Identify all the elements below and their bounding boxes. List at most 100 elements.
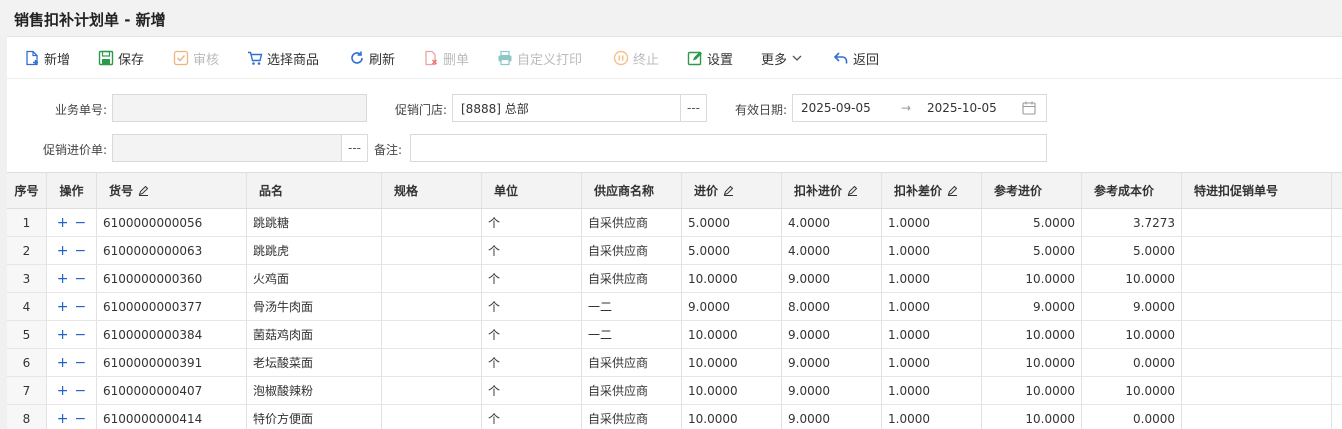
cell-code: 6100000000377 [97, 293, 247, 320]
delete-button[interactable]: 删单 [423, 49, 469, 68]
cell-price[interactable]: 10.0000 [682, 265, 782, 292]
add-row-icon[interactable]: + [57, 271, 69, 287]
valid-date-range[interactable]: 2025-09-05 → 2025-10-05 [792, 94, 1047, 122]
remove-row-icon[interactable]: − [75, 327, 87, 343]
page-title: 销售扣补计划单 - 新增 [14, 11, 166, 29]
refresh-button[interactable]: 刷新 [349, 49, 395, 68]
terminate-button[interactable]: 终止 [613, 49, 659, 68]
cell-ref-cost: 3.7273 [1082, 209, 1182, 236]
chevron-down-icon [792, 51, 802, 66]
remove-row-icon[interactable]: − [75, 215, 87, 231]
doc-no-field[interactable] [112, 94, 367, 122]
remove-row-icon[interactable]: − [75, 355, 87, 371]
remove-row-icon[interactable]: − [75, 411, 87, 427]
cell-price[interactable]: 10.0000 [682, 377, 782, 404]
add-row-icon[interactable]: + [57, 299, 69, 315]
remove-row-icon[interactable]: − [75, 271, 87, 287]
cell-name: 跳跳虎 [247, 237, 382, 264]
edit-pen-icon [138, 185, 149, 196]
cell-sub-diff[interactable]: 1.0000 [882, 209, 982, 236]
cell-name: 跳跳糖 [247, 209, 382, 236]
col-header-unit: 单位 [482, 173, 582, 208]
cell-sub-diff[interactable]: 1.0000 [882, 321, 982, 348]
add-row-icon[interactable]: + [57, 215, 69, 231]
add-row-icon[interactable]: + [57, 383, 69, 399]
settings-button[interactable]: 设置 [687, 49, 733, 68]
cell-spec [382, 405, 482, 429]
cell-sub-diff[interactable]: 1.0000 [882, 293, 982, 320]
save-button[interactable]: 保存 [98, 49, 144, 68]
row-ops: + − [47, 321, 97, 348]
cell-sub-price[interactable]: 4.0000 [782, 237, 882, 264]
cell-sub-price[interactable]: 9.0000 [782, 349, 882, 376]
cell-sub-price[interactable]: 8.0000 [782, 293, 882, 320]
store-picker-button[interactable]: --- [680, 94, 707, 122]
table-row[interactable]: 5 + −6100000000384 菌菇鸡肉面个一二 10.0000 9.0000 1.0… [7, 321, 1342, 349]
cell-sub-price[interactable]: 9.0000 [782, 405, 882, 429]
cell-price[interactable]: 9.0000 [682, 293, 782, 320]
col-header-code[interactable]: 货号 [97, 173, 247, 208]
table-row[interactable]: 4 + −6100000000377 骨汤牛肉面个一二 9.0000 8.0000 1.00… [7, 293, 1342, 321]
cell-sub-price[interactable]: 9.0000 [782, 377, 882, 404]
select-goods-button[interactable]: 选择商品 [247, 49, 320, 68]
new-button[interactable]: 新增 [24, 49, 70, 68]
promo-price-field[interactable] [112, 134, 342, 162]
cell-promo-no [1182, 293, 1332, 320]
cell-name: 火鸡面 [247, 265, 382, 292]
cell-spec [382, 321, 482, 348]
remove-row-icon[interactable]: − [75, 299, 87, 315]
cell-price[interactable]: 10.0000 [682, 349, 782, 376]
cell-ref-price: 9.0000 [982, 293, 1082, 320]
col-header-name: 品名 [247, 173, 382, 208]
remark-field[interactable] [410, 134, 1047, 162]
review-button[interactable]: 审核 [173, 49, 219, 68]
col-header-index: 序号 [7, 173, 47, 208]
col-header-sub-price[interactable]: 扣补进价 [782, 173, 882, 208]
cell-sub-diff[interactable]: 1.0000 [882, 237, 982, 264]
cell-price[interactable]: 5.0000 [682, 237, 782, 264]
cell-sub-diff[interactable]: 1.0000 [882, 405, 982, 429]
table-row[interactable]: 1 + −6100000000056 跳跳糖个自采供应商 5.0000 4.0000 1.0… [7, 209, 1342, 237]
cell-sub-diff[interactable]: 1.0000 [882, 377, 982, 404]
cell-price[interactable]: 10.0000 [682, 405, 782, 429]
cell-code: 6100000000414 [97, 405, 247, 429]
table-row[interactable]: 7 + −6100000000407 泡椒酸辣粉个自采供应商 10.0000 9.0000… [7, 377, 1342, 405]
row-index: 3 [7, 265, 47, 292]
col-header-sub-diff[interactable]: 扣补差价 [882, 173, 982, 208]
cell-sub-price[interactable]: 9.0000 [782, 321, 882, 348]
main-panel: 新增 保存 审核 选择商品 刷新 删单 自定义打印 终止 设置 更多 返回 业务… [7, 36, 1342, 429]
cell-sub-diff[interactable]: 1.0000 [882, 349, 982, 376]
table-row[interactable]: 6 + −6100000000391 老坛酸菜面个自采供应商 10.0000 9.0000… [7, 349, 1342, 377]
table-row[interactable]: 8 + −6100000000414 特价方便面个自采供应商 10.0000 9.0000… [7, 405, 1342, 429]
more-dropdown[interactable]: 更多 [761, 49, 802, 68]
cell-ref-price: 10.0000 [982, 405, 1082, 429]
select-goods-label: 选择商品 [267, 52, 320, 68]
col-header-price[interactable]: 进价 [682, 173, 782, 208]
table-row[interactable]: 2 + −6100000000063 跳跳虎个自采供应商 5.0000 4.0000 1.0… [7, 237, 1342, 265]
cell-sub-price[interactable]: 4.0000 [782, 209, 882, 236]
back-button[interactable]: 返回 [833, 49, 879, 68]
cell-price[interactable]: 10.0000 [682, 321, 782, 348]
row-ops: + − [47, 377, 97, 404]
date-end[interactable]: 2025-10-05 [927, 101, 1022, 115]
row-index: 2 [7, 237, 47, 264]
cell-sub-diff[interactable]: 1.0000 [882, 265, 982, 292]
add-row-icon[interactable]: + [57, 327, 69, 343]
add-row-icon[interactable]: + [57, 411, 69, 427]
custom-print-button[interactable]: 自定义打印 [497, 49, 582, 68]
promo-price-picker-button[interactable]: --- [341, 134, 368, 162]
add-row-icon[interactable]: + [57, 355, 69, 371]
cell-code: 6100000000063 [97, 237, 247, 264]
table-row[interactable]: 3 + −6100000000360 火鸡面个自采供应商 10.0000 9.0000 1.… [7, 265, 1342, 293]
cell-supplier: 自采供应商 [582, 349, 682, 376]
add-row-icon[interactable]: + [57, 243, 69, 259]
cell-unit: 个 [482, 265, 582, 292]
cell-sub-price[interactable]: 9.0000 [782, 265, 882, 292]
cell-price[interactable]: 5.0000 [682, 209, 782, 236]
cell-supplier: 自采供应商 [582, 237, 682, 264]
remove-row-icon[interactable]: − [75, 383, 87, 399]
remove-row-icon[interactable]: − [75, 243, 87, 259]
calendar-icon[interactable] [1022, 101, 1036, 115]
date-start[interactable]: 2025-09-05 [801, 101, 901, 115]
store-field[interactable]: [8888] 总部 [452, 94, 681, 122]
